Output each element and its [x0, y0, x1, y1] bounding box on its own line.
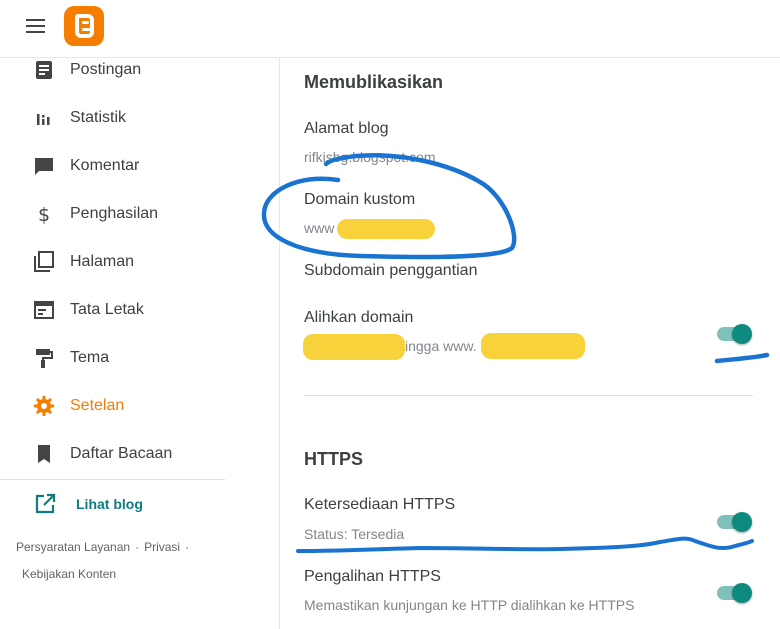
bookmark-icon [38, 445, 50, 463]
terms-link[interactable]: Persyaratan Layanan [16, 540, 130, 554]
https-section-title: HTTPS [304, 449, 364, 469]
sidebar-item-label: Komentar [70, 157, 140, 174]
paint-roller-icon [36, 349, 53, 368]
publish-section-title: Memublikasikan [304, 72, 444, 92]
sidebar-item-daftar-bacaan[interactable]: Daftar Bacaan [0, 432, 280, 476]
view-blog-label: Lihat blog [76, 496, 143, 512]
https-redirect-toggle[interactable] [717, 582, 753, 604]
view-blog-link[interactable]: Lihat blog [0, 486, 225, 522]
sidebar-item-label: Penghasilan [70, 205, 159, 222]
hamburger-menu-icon[interactable] [24, 14, 48, 38]
redaction-mark [303, 334, 405, 360]
blog-address-setting[interactable]: Alamat blog [304, 120, 389, 138]
https-redirect-setting[interactable]: Pengalihan HTTPS [304, 568, 441, 586]
fallback-subdomain-setting[interactable]: Subdomain penggantian [304, 262, 477, 280]
stats-icon [37, 114, 50, 125]
sidebar-item-komentar[interactable]: Komentar [0, 144, 280, 188]
custom-domain-setting[interactable]: Domain kustom [304, 191, 415, 209]
open-in-new-icon [35, 493, 56, 514]
sidebar-item-label: Daftar Bacaan [70, 445, 173, 462]
redirect-domain-setting[interactable]: Alihkan domain [304, 309, 413, 327]
sidebar: Postingan Statistik Komentar $ Penghasil… [0, 58, 280, 629]
layout-icon [34, 301, 54, 319]
sidebar-item-label: Postingan [70, 61, 142, 78]
https-availability-setting[interactable]: Ketersediaan HTTPS [304, 496, 455, 514]
posts-icon [36, 61, 52, 79]
redaction-mark [481, 333, 585, 359]
gear-icon [34, 396, 54, 416]
redirect-domain-toggle[interactable] [717, 323, 753, 345]
sidebar-divider [0, 479, 225, 480]
svg-text:$: $ [38, 204, 50, 226]
privacy-link[interactable]: Privasi [144, 540, 180, 554]
pages-icon [34, 251, 54, 272]
sidebar-item-tata-letak[interactable]: Tata Letak [0, 288, 280, 332]
https-redirect-description: Memastikan kunjungan ke HTTP dialihkan k… [304, 597, 635, 613]
redaction-mark [337, 219, 435, 239]
sidebar-item-label: Tema [70, 349, 110, 366]
footer-separator: · [185, 540, 190, 554]
sidebar-item-label: Tata Letak [70, 301, 144, 318]
comment-icon [35, 158, 53, 175]
sidebar-item-label: Statistik [70, 109, 127, 126]
settings-panel: Memublikasikan Alamat blog rifkisbg.blog… [281, 58, 780, 629]
blogger-logo[interactable] [64, 6, 104, 46]
section-divider [304, 395, 753, 396]
sidebar-item-postingan[interactable]: Postingan [0, 48, 280, 92]
custom-domain-value: www [304, 220, 335, 236]
https-availability-toggle[interactable] [717, 511, 753, 533]
sidebar-item-statistik[interactable]: Statistik [0, 96, 280, 140]
blog-address-value: rifkisbg.blogspot.com [304, 149, 436, 165]
footer-separator: · [135, 540, 140, 554]
content-policy-link[interactable]: Kebijakan Konten [22, 567, 116, 581]
sidebar-item-label: Halaman [70, 253, 135, 270]
dollar-icon: $ [38, 204, 50, 226]
sidebar-item-setelan[interactable]: Setelan [0, 384, 280, 428]
redirect-domain-value: ingga www. [405, 338, 477, 354]
sidebar-item-label: Setelan [70, 397, 125, 414]
sidebar-item-tema[interactable]: Tema [0, 336, 280, 380]
sidebar-item-halaman[interactable]: Halaman [0, 240, 280, 284]
sidebar-item-penghasilan[interactable]: $ Penghasilan [0, 192, 280, 236]
footer-links: Persyaratan Layanan · Privasi · Kebijakan K… [16, 534, 236, 588]
https-availability-status: Status: Tersedia [304, 526, 405, 542]
